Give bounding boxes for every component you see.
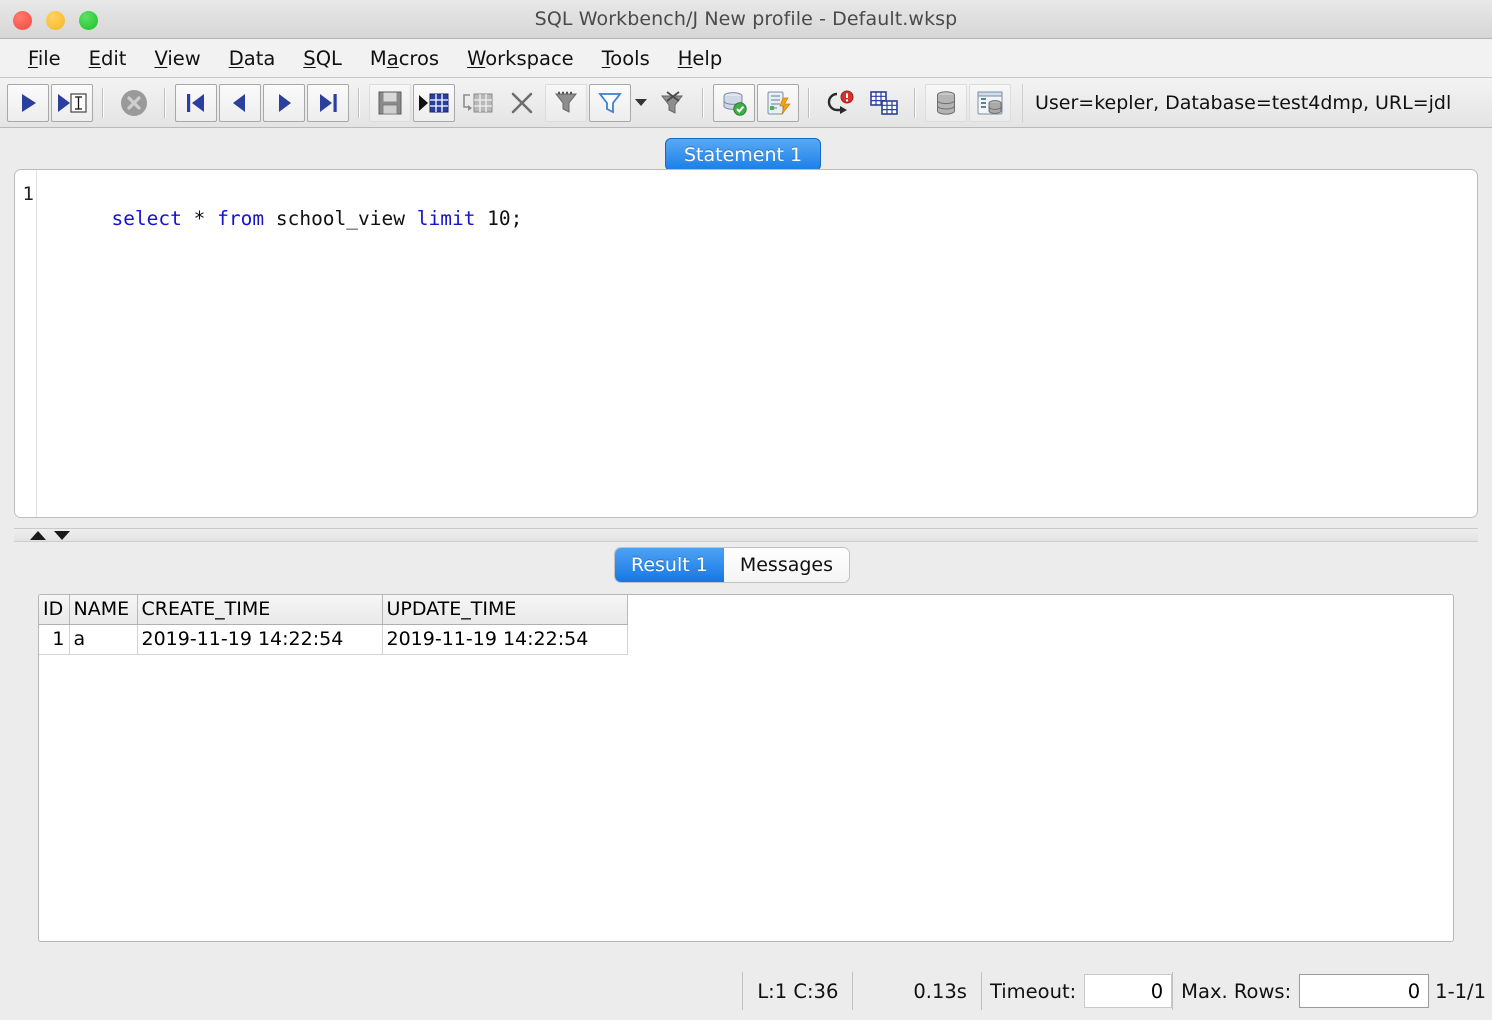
execute-current-icon[interactable] bbox=[51, 83, 93, 122]
cursor-position: L:1 C:36 bbox=[757, 979, 839, 1003]
column-header-id[interactable]: ID bbox=[39, 595, 70, 625]
cell-create-time[interactable]: 2019-11-19 14:22:54 bbox=[137, 624, 383, 655]
toolbar-separator bbox=[102, 87, 104, 118]
column-header-create-time[interactable]: CREATE_TIME bbox=[137, 595, 383, 625]
minimize-button[interactable] bbox=[46, 11, 65, 30]
sql-token-select: select bbox=[111, 207, 182, 230]
menu-item-file[interactable]: File bbox=[14, 45, 75, 72]
sql-token-star: * bbox=[181, 207, 218, 230]
connection-info: User=kepler, Database=test4dmp, URL=jdl bbox=[1022, 83, 1451, 122]
delete-row-icon[interactable] bbox=[501, 84, 543, 122]
copy-row-icon bbox=[457, 84, 499, 122]
cell-name[interactable]: a bbox=[69, 624, 138, 655]
table-header-row: ID NAME CREATE_TIME UPDATE_TIME bbox=[39, 595, 628, 625]
sql-token-limit: limit bbox=[416, 207, 476, 230]
database-icon[interactable] bbox=[925, 83, 967, 122]
timeout-input[interactable]: 0 bbox=[1084, 974, 1173, 1008]
column-header-name[interactable]: NAME bbox=[69, 595, 138, 625]
execute-script-icon[interactable] bbox=[757, 83, 799, 122]
insert-row-icon[interactable] bbox=[413, 83, 455, 122]
menu-item-help[interactable]: Help bbox=[664, 45, 736, 72]
editor-panel: Statement 1 1 select * from school_view … bbox=[14, 138, 1478, 532]
menu-item-workspace[interactable]: Workspace bbox=[453, 45, 588, 72]
column-header-update-time[interactable]: UPDATE_TIME bbox=[382, 595, 628, 625]
reset-filter-icon[interactable] bbox=[651, 84, 693, 122]
line-number: 1 bbox=[22, 183, 34, 205]
toolbar-separator bbox=[702, 87, 704, 118]
db-explorer-icon[interactable] bbox=[969, 83, 1011, 122]
quick-filter-icon[interactable] bbox=[589, 83, 631, 122]
result-table: ID NAME CREATE_TIME UPDATE_TIME 1 a 2019… bbox=[39, 595, 628, 655]
line-number-gutter: 1 bbox=[15, 170, 37, 517]
title-bar: SQL Workbench/J New profile - Default.wk… bbox=[0, 0, 1492, 39]
filter-dropdown-icon[interactable] bbox=[635, 99, 647, 106]
window-title: SQL Workbench/J New profile - Default.wk… bbox=[534, 8, 958, 30]
menu-item-tools[interactable]: Tools bbox=[588, 45, 664, 72]
sql-token-table: school_view bbox=[264, 207, 417, 230]
panel-splitter[interactable] bbox=[14, 528, 1478, 542]
menu-item-view[interactable]: View bbox=[140, 45, 214, 72]
result-panel: Result 1 Messages ID NAME CREATE_TIME UP… bbox=[14, 546, 1478, 962]
table-row[interactable]: 1 a 2019-11-19 14:22:54 2019-11-19 14:22… bbox=[39, 624, 628, 655]
status-bar: L:1 C:36 0.13s Timeout: 0 Max. Rows: 0 1… bbox=[0, 962, 1492, 1020]
join-tables-icon[interactable] bbox=[863, 84, 905, 122]
menu-item-macros[interactable]: Macros bbox=[356, 45, 453, 72]
result-tab-row: Result 1 Messages bbox=[14, 546, 1478, 584]
toolbar-separator bbox=[914, 87, 916, 118]
toolbar-separator bbox=[808, 87, 810, 118]
sql-code[interactable]: select * from school_view limit 10; bbox=[41, 183, 522, 255]
sql-editor[interactable]: 1 select * from school_view limit 10; bbox=[14, 169, 1478, 518]
row-count: 1-1/1 bbox=[1435, 979, 1486, 1003]
execution-time: 0.13s bbox=[913, 979, 967, 1003]
menu-item-data[interactable]: Data bbox=[215, 45, 290, 72]
toolbar-separator bbox=[164, 87, 166, 118]
menu-bar: File Edit View Data SQL Macros Workspace… bbox=[0, 39, 1492, 78]
window-controls[interactable] bbox=[13, 11, 98, 30]
stop-icon bbox=[113, 84, 155, 122]
close-button[interactable] bbox=[13, 11, 32, 30]
cell-update-time[interactable]: 2019-11-19 14:22:54 bbox=[382, 624, 628, 655]
result-grid[interactable]: ID NAME CREATE_TIME UPDATE_TIME 1 a 2019… bbox=[38, 594, 1454, 942]
sql-token-from: from bbox=[217, 207, 265, 230]
maximize-button[interactable] bbox=[79, 11, 98, 30]
menu-item-edit[interactable]: Edit bbox=[75, 45, 141, 72]
toolbar-separator bbox=[358, 87, 360, 118]
sql-token-value: 10; bbox=[475, 207, 523, 230]
max-rows-label: Max. Rows: bbox=[1181, 979, 1292, 1003]
first-row-icon[interactable] bbox=[175, 83, 217, 122]
menu-item-sql[interactable]: SQL bbox=[289, 45, 356, 72]
splitter-collapse-up-icon[interactable] bbox=[30, 530, 46, 540]
execute-all-icon[interactable] bbox=[7, 83, 49, 122]
tab-messages[interactable]: Messages bbox=[723, 548, 850, 582]
toolbar: User=kepler, Database=test4dmp, URL=jdl bbox=[0, 78, 1492, 128]
commit-icon[interactable] bbox=[713, 83, 755, 122]
result-tab-group: Result 1 Messages bbox=[614, 547, 851, 583]
save-data-icon[interactable] bbox=[369, 83, 411, 122]
splitter-collapse-down-icon[interactable] bbox=[54, 530, 70, 540]
tab-result-1[interactable]: Result 1 bbox=[615, 548, 724, 582]
previous-row-icon[interactable] bbox=[219, 83, 261, 122]
rollback-icon[interactable] bbox=[819, 84, 861, 122]
timeout-label: Timeout: bbox=[989, 979, 1077, 1003]
max-rows-input[interactable]: 0 bbox=[1299, 974, 1430, 1008]
next-row-icon[interactable] bbox=[263, 83, 305, 122]
last-row-icon[interactable] bbox=[307, 83, 349, 122]
cell-id[interactable]: 1 bbox=[39, 624, 70, 655]
tab-statement-1[interactable]: Statement 1 bbox=[665, 138, 822, 171]
filter-data-icon[interactable] bbox=[545, 83, 587, 122]
